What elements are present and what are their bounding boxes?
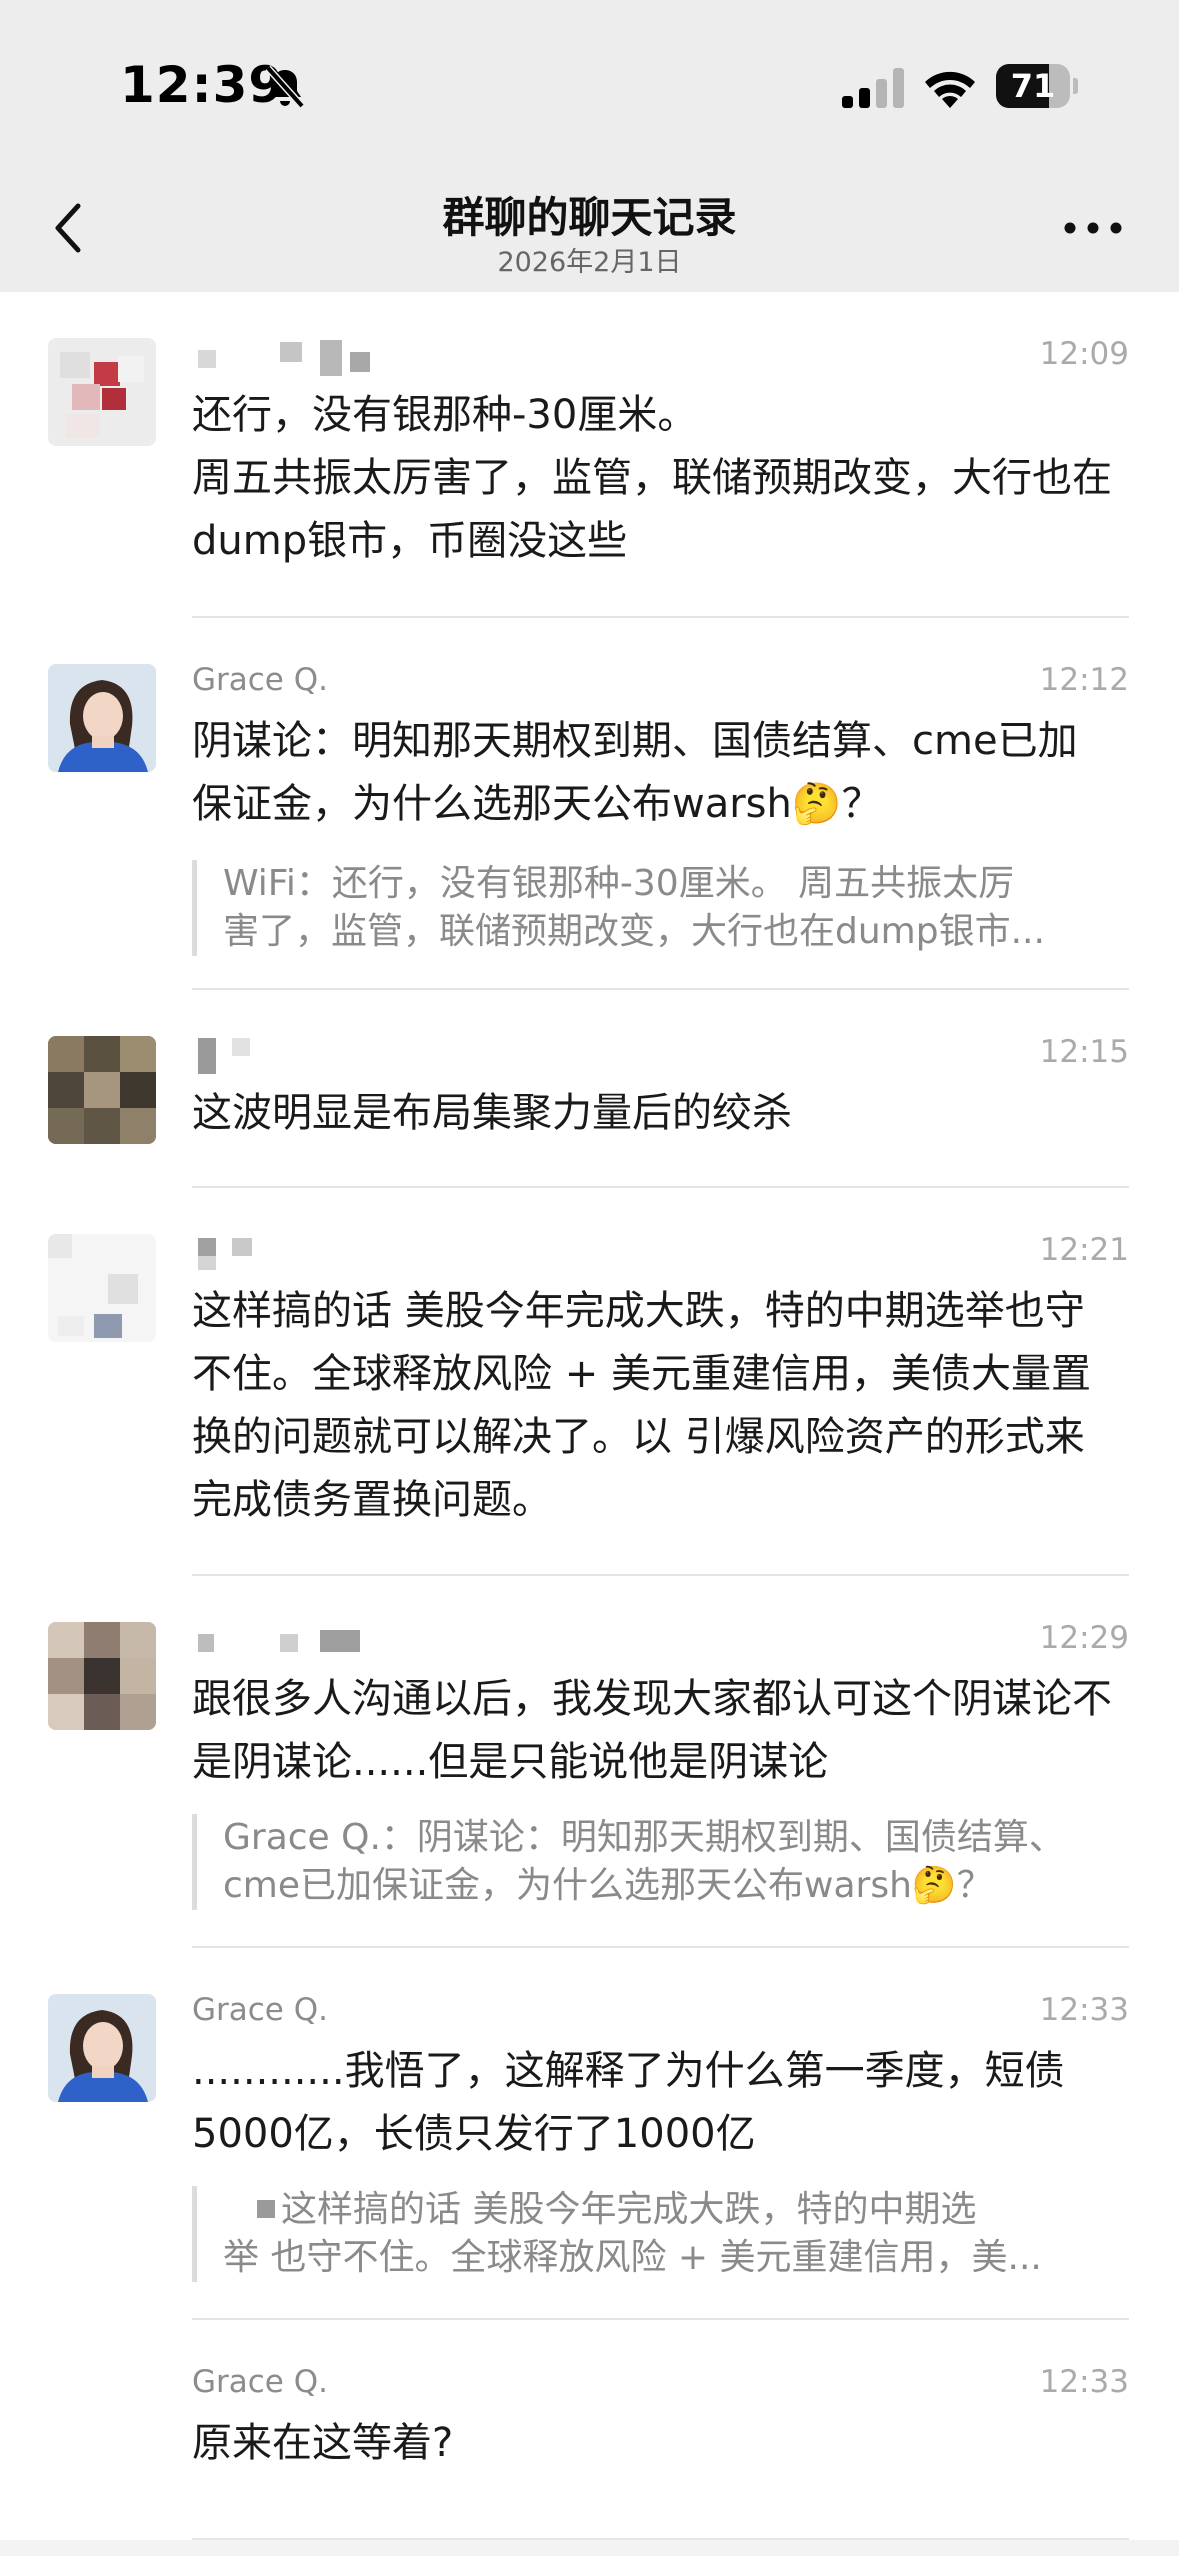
message-item[interactable]: 12:29 跟很多人沟通以后，我发现大家都认可这个阴谋论不是阴谋论......但… [0,1576,1179,1948]
cellular-signal-icon [842,68,904,108]
message-time: 12:15 [1039,1034,1129,1070]
message-text: 原来在这等着? [192,2420,454,2466]
message-time: 12:12 [1039,662,1129,698]
message-time: 12:33 [1039,2364,1129,2400]
avatar [48,1036,156,1144]
avatar-hidden [48,2366,156,2474]
message-item[interactable]: 12:09 还行，没有银那种-30厘米。 周五共振太厉害了，监管，联储预期改变，… [0,292,1179,618]
message-time: 12:09 [1039,336,1129,372]
redacted-name [257,2200,275,2218]
status-bar: 12:39 71 [0,0,1179,160]
message-time: 12:33 [1039,1992,1129,2028]
message-item[interactable]: Grace Q. 12:33 ............我悟了，这解释了为什么第一… [0,1948,1179,2320]
quoted-text-line: cme已加保证金，为什么选那天公布warsh🤔？ [223,1865,993,1906]
message-item[interactable]: 12:15 这波明显是布局集聚力量后的绞杀 [0,990,1179,1188]
ellipsis-icon[interactable] [1062,218,1124,238]
quoted-text-line: Grace Q.：阴谋论：明知那天期权到期、国债结算、 [223,1817,1065,1858]
avatar [48,1994,156,2102]
bottom-edge [0,2540,1179,2556]
battery-icon: 71 [996,64,1078,108]
avatar [48,664,156,772]
message-text: 跟很多人沟通以后，我发现大家都认可这个阴谋论不是阴谋论......但是只能说他是… [192,1676,1112,1785]
avatar [48,1234,156,1342]
message-item[interactable]: Grace Q. 12:33 原来在这等着? [0,2320,1179,2540]
bell-slash-icon [265,65,305,109]
quoted-text-line: 这样搞的话 美股今年完成大跌，特的中期选 [281,2189,977,2230]
sender-name: Grace Q. [192,1992,328,2028]
avatar [48,338,156,446]
nav-bar: 群聊的聊天记录 2026年2月1日 [0,160,1179,292]
message-item[interactable]: 12:21 这样搞的话 美股今年完成大跌，特的中期选举也守不住。全球释放风险 +… [0,1188,1179,1576]
quoted-text-line: 举 也守不住。全球释放风险 + 美元重建信用，美... [223,2237,1042,2278]
message-text: 阴谋论：明知那天期权到期、国债结算、cme已加保证金，为什么选那天公布warsh… [192,718,1078,827]
page-title: 群聊的聊天记录 [442,193,737,242]
quoted-text-line: WiFi：还行，没有银那种-30厘米。 周五共振太厉 [223,863,1015,904]
sender-name: Grace Q. [192,2364,328,2400]
message-text: ............我悟了，这解释了为什么第一季度，短债5000亿，长债只发… [192,2048,1065,2157]
message-text: 还行，没有银那种-30厘米。 周五共振太厉害了，监管，联储预期改变，大行也在du… [192,392,1112,564]
sender-name: Grace Q. [192,662,328,698]
quoted-message[interactable]: WiFi：还行，没有银那种-30厘米。 周五共振太厉 害了，监管，联储预期改变，… [192,860,1117,956]
message-time: 12:21 [1039,1232,1129,1268]
message-text: 这波明显是布局集聚力量后的绞杀 [192,1090,792,1136]
message-text: 这样搞的话 美股今年完成大跌，特的中期选举也守不住。全球释放风险 + 美元重建信… [192,1288,1091,1523]
message-time: 12:29 [1039,1620,1129,1656]
avatar [48,1622,156,1730]
page-subtitle-date: 2026年2月1日 [497,247,682,278]
wifi-icon [925,71,975,108]
battery-percentage: 71 [1010,67,1056,105]
quoted-text-line: 害了，监管，联储预期改变，大行也在dump银市... [223,911,1045,952]
quoted-message[interactable]: Grace Q.：阴谋论：明知那天期权到期、国债结算、 cme已加保证金，为什么… [192,1814,1117,1910]
quoted-message[interactable]: 这样搞的话 美股今年完成大跌，特的中期选 举 也守不住。全球释放风险 + 美元重… [192,2186,1117,2282]
message-item[interactable]: Grace Q. 12:12 阴谋论：明知那天期权到期、国债结算、cme已加保证… [0,618,1179,990]
status-time: 12:39 [120,56,285,114]
